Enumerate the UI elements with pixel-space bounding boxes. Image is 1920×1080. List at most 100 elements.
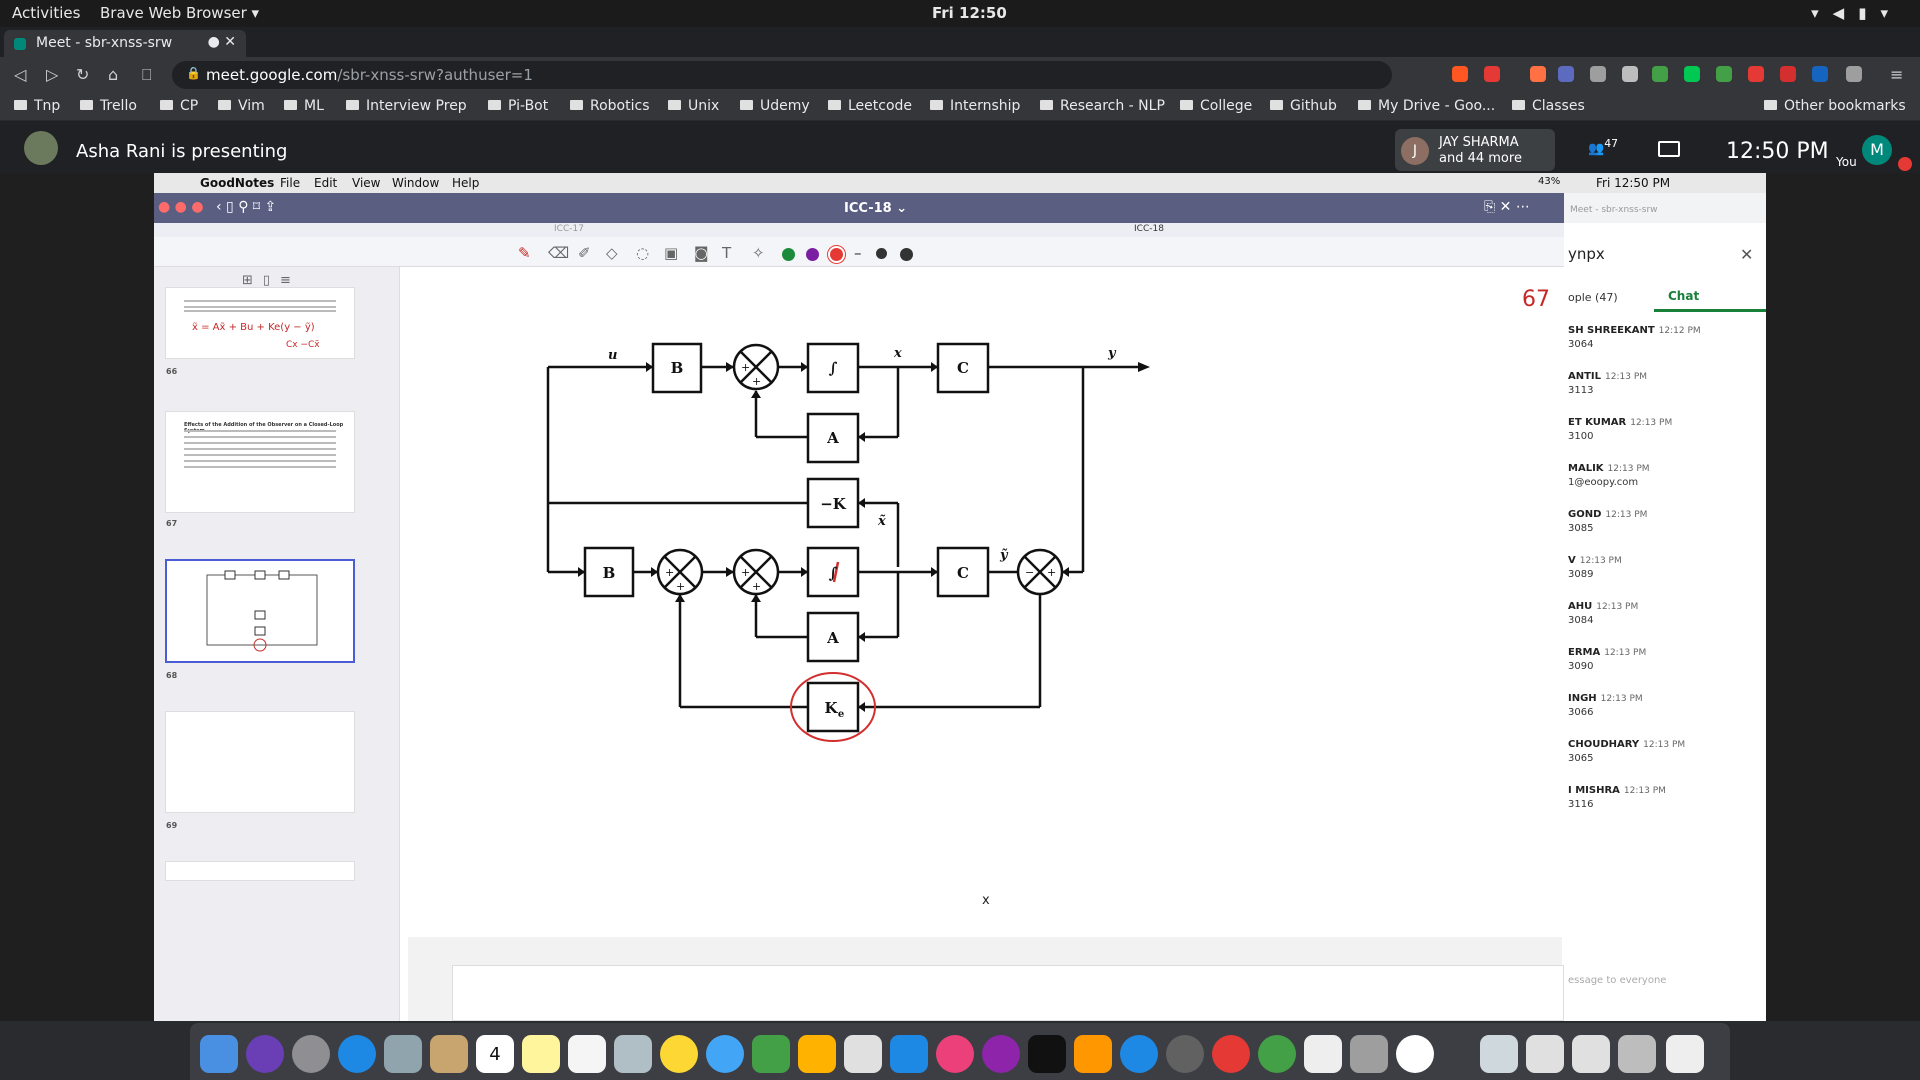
forward-icon[interactable]: ▷ xyxy=(46,65,58,84)
people-icon: 👥 xyxy=(1588,141,1605,157)
brave-rewards-icon[interactable] xyxy=(1484,66,1500,82)
note-page: 67 B ∫ C A −K B ∫ C A K e u x y x̃ ỹ + +… xyxy=(408,277,1562,937)
label-x-tilde: x̃ xyxy=(877,514,886,529)
notes-icon xyxy=(522,1035,560,1073)
extension-icon[interactable] xyxy=(1748,66,1764,82)
home-icon[interactable]: ⌂ xyxy=(108,65,118,84)
window-close-dot-icon: ● ● ● xyxy=(158,199,204,215)
shared-screen: GoodNotes File Edit View Window Help 43%… xyxy=(154,173,1766,1021)
system-tray[interactable]: ▾◀▮▾ xyxy=(1811,4,1902,22)
mac-menu-edit: Edit xyxy=(314,176,338,190)
meet-clock: 12:50 PM xyxy=(1726,139,1829,164)
sign-plus: + xyxy=(741,566,750,579)
block-c-obs: C xyxy=(957,564,969,582)
bookmark-folder[interactable]: Unix xyxy=(668,98,719,114)
document-icon xyxy=(1618,1035,1656,1073)
sign-plus: + xyxy=(752,580,761,593)
bookmark-drive[interactable]: My Drive - Goo... xyxy=(1358,98,1495,114)
chat-message: INGH 12:13 PM 3066 xyxy=(1568,693,1643,718)
gnome-top-bar: Activities Brave Web Browser ▾ Fri 12:50… xyxy=(0,0,1920,27)
mic-off-icon[interactable] xyxy=(1898,157,1912,171)
label-u: u xyxy=(608,348,617,363)
bookmark-folder[interactable]: Interview Prep xyxy=(346,98,467,114)
system-clock[interactable]: Fri 12:50 xyxy=(932,4,1007,22)
sign-plus: + xyxy=(752,375,761,388)
text-tool-icon: T xyxy=(722,244,732,262)
presenter-avatar xyxy=(24,131,58,165)
close-tab-icon[interactable]: ● ✕ xyxy=(208,34,236,50)
extension-icon[interactable] xyxy=(1684,66,1700,82)
bookmark-folder[interactable]: Trello xyxy=(80,98,137,114)
other-bookmarks[interactable]: Other bookmarks xyxy=(1764,98,1906,114)
finder-icon xyxy=(200,1035,238,1073)
active-speaker-chip[interactable]: J JAY SHARMA and 44 more xyxy=(1395,129,1555,171)
thumbnail-page xyxy=(165,711,355,813)
chat-message: SH SHREEKANT 12:12 PM 3064 xyxy=(1568,325,1701,350)
bookmark-classes[interactable]: Classes xyxy=(1512,98,1585,114)
highlighter-tool-icon: ✐ xyxy=(578,244,591,262)
bookmark-folder[interactable]: Robotics xyxy=(570,98,650,114)
bookmark-folder[interactable]: ML xyxy=(284,98,324,114)
bookmark-folder[interactable]: Tnp xyxy=(14,98,60,114)
thumbnail-page-selected xyxy=(165,559,355,663)
block-a-top: A xyxy=(826,429,839,447)
thumbnail-page: Effects of the Addition of the Observer … xyxy=(165,411,355,513)
extension-icon[interactable] xyxy=(1780,66,1796,82)
grammarly-icon[interactable] xyxy=(1652,66,1668,82)
extension-icon[interactable] xyxy=(1846,66,1862,82)
self-avatar[interactable]: M xyxy=(1862,135,1892,165)
page-number-label: 67 xyxy=(166,519,178,528)
settings-icon xyxy=(1166,1035,1204,1073)
menu-icon[interactable]: ≡ xyxy=(1890,65,1903,84)
thumbnail-view-icons: ⊞▯≡ xyxy=(242,273,301,288)
chat-tab-underline xyxy=(1654,309,1766,312)
page-number-label: 68 xyxy=(166,671,178,680)
mac-clock: Fri 12:50 PM xyxy=(1596,176,1671,190)
back-icon[interactable]: ◁ xyxy=(14,65,26,84)
chat-icon[interactable] xyxy=(1658,141,1680,157)
color-red-icon xyxy=(830,248,843,261)
bookmark-folder[interactable]: Pi-Bot xyxy=(488,98,548,114)
mac-menu-view: View xyxy=(352,176,381,190)
block-b-top: B xyxy=(671,359,684,377)
lock-icon: 🔒 xyxy=(186,66,201,80)
chat-message: ERMA 12:13 PM 3090 xyxy=(1568,647,1647,672)
bookmark-folder[interactable]: College xyxy=(1180,98,1252,114)
chat-message: GOND 12:13 PM 3085 xyxy=(1568,509,1648,534)
bookmark-icon[interactable]: ⎕ xyxy=(142,65,152,85)
brave-shield-icon[interactable] xyxy=(1452,66,1468,82)
camera-tool-icon: ◙ xyxy=(694,244,709,262)
bookmark-folder[interactable]: Udemy xyxy=(740,98,810,114)
extension-icon[interactable] xyxy=(1622,66,1638,82)
extension-icon[interactable] xyxy=(1590,66,1606,82)
thumbnail-page xyxy=(165,861,355,881)
preview-app-icon xyxy=(1350,1035,1388,1073)
bookmark-folder[interactable]: Research - NLP xyxy=(1040,98,1165,114)
books-icon xyxy=(1074,1035,1112,1073)
extension-icon[interactable] xyxy=(1530,66,1546,82)
webex-icon xyxy=(1396,1035,1434,1073)
chat-message: AHU 12:13 PM 3084 xyxy=(1568,601,1639,626)
reload-icon[interactable]: ↻ xyxy=(76,65,89,84)
bookmark-folder[interactable]: CP xyxy=(160,98,198,114)
calendar-icon: 4 xyxy=(476,1035,514,1073)
extension-icon[interactable] xyxy=(1558,66,1574,82)
bookmark-folder[interactable]: Vim xyxy=(218,98,265,114)
people-count: 47 xyxy=(1604,137,1618,150)
people-count-button[interactable]: 👥47 xyxy=(1588,137,1618,156)
extension-icon[interactable] xyxy=(1716,66,1732,82)
speaker-name: JAY SHARMA xyxy=(1439,135,1519,150)
bookmark-folder[interactable]: Internship xyxy=(930,98,1020,114)
app-menu[interactable]: Brave Web Browser ▾ xyxy=(100,4,259,22)
mac-menu-file: File xyxy=(280,176,301,190)
address-bar[interactable]: 🔒 meet.google.com/sbr-xnss-srw?authuser=… xyxy=(172,61,1392,89)
observer-block-diagram: B ∫ C A −K B ∫ C A K e u x y x̃ ỹ + + + … xyxy=(546,342,1150,742)
chat-message: ANTIL 12:13 PM 3113 xyxy=(1568,371,1648,396)
mac-menu-window: Window xyxy=(392,176,440,190)
bookmark-github[interactable]: Github xyxy=(1270,98,1337,114)
document-title: ICC-18 ⌄ xyxy=(844,201,908,216)
bookmark-folder[interactable]: Leetcode xyxy=(828,98,912,114)
tab-meet[interactable]: Meet - sbr-xnss-srw ● ✕ xyxy=(4,30,246,57)
extension-new-icon[interactable] xyxy=(1812,66,1828,82)
activities-button[interactable]: Activities xyxy=(12,4,80,22)
